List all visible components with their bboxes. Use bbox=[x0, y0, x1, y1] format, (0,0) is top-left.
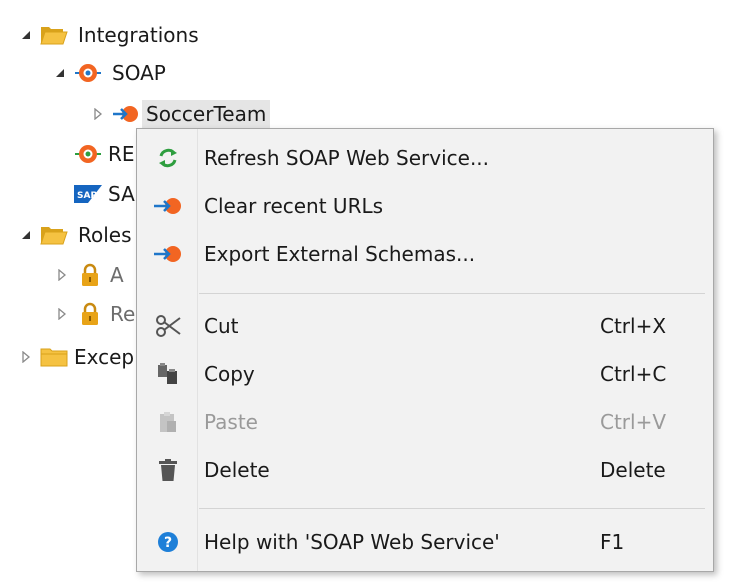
menu-item-delete[interactable]: Delete Delete bbox=[137, 448, 713, 492]
trash-icon bbox=[151, 453, 185, 487]
menu-item-copy[interactable]: Copy Ctrl+C bbox=[137, 352, 713, 396]
menu-item-label: Cut bbox=[204, 314, 239, 338]
expanded-arrow-icon[interactable] bbox=[18, 27, 34, 43]
menu-item-shortcut: Delete bbox=[600, 458, 666, 482]
collapsed-arrow-icon[interactable] bbox=[18, 349, 34, 365]
menu-item-paste: Paste Ctrl+V bbox=[137, 400, 713, 444]
tree-item-label: Roles bbox=[78, 223, 132, 247]
menu-item-clear-recent-urls[interactable]: Clear recent URLs bbox=[137, 184, 713, 228]
soap-import-icon bbox=[151, 189, 185, 223]
tree-item-exceptions[interactable]: Excep bbox=[18, 340, 138, 374]
menu-separator bbox=[199, 508, 705, 509]
svg-text:?: ? bbox=[164, 535, 172, 551]
menu-item-cut[interactable]: Cut Ctrl+X bbox=[137, 304, 713, 348]
tree-item-label: SoccerTeam bbox=[142, 100, 271, 128]
tree-item-soccer-team[interactable]: SoccerTeam bbox=[90, 97, 271, 131]
tree-item-sap[interactable]: SAP SA bbox=[74, 177, 139, 211]
tree-item-label: RE bbox=[108, 142, 135, 166]
menu-item-export-external-schemas[interactable]: Export External Schemas... bbox=[137, 232, 713, 276]
folder-open-icon bbox=[40, 223, 68, 247]
menu-item-refresh-soap-web-service[interactable]: Refresh SOAP Web Service... bbox=[137, 136, 713, 180]
soap-import-icon bbox=[112, 102, 140, 126]
menu-item-label: Copy bbox=[204, 362, 255, 386]
tree-item-soap[interactable]: SOAP bbox=[52, 56, 170, 90]
refresh-icon bbox=[151, 141, 185, 175]
paste-icon bbox=[151, 405, 185, 439]
sap-icon: SAP bbox=[74, 182, 102, 206]
menu-item-shortcut: Ctrl+X bbox=[600, 314, 667, 338]
menu-item-label: Refresh SOAP Web Service... bbox=[204, 146, 490, 170]
collapsed-arrow-icon[interactable] bbox=[54, 306, 70, 322]
svg-text:SAP: SAP bbox=[77, 191, 97, 201]
scissors-icon bbox=[151, 309, 185, 343]
tree-item-integrations[interactable]: Integrations bbox=[18, 18, 203, 52]
tree-item-role-a[interactable]: A bbox=[54, 258, 128, 292]
menu-item-help-soap-web-service[interactable]: ? Help with 'SOAP Web Service' F1 bbox=[137, 520, 713, 564]
expanded-arrow-icon[interactable] bbox=[52, 65, 68, 81]
rest-service-icon bbox=[74, 142, 102, 166]
tree-item-label: SA bbox=[108, 182, 135, 206]
collapsed-arrow-icon[interactable] bbox=[54, 267, 70, 283]
menu-item-shortcut: F1 bbox=[600, 530, 625, 554]
context-menu: Refresh SOAP Web Service... Clear recent… bbox=[136, 128, 714, 572]
tree-item-label: Re bbox=[110, 302, 136, 326]
tree-item-label: SOAP bbox=[112, 61, 166, 85]
lock-icon bbox=[76, 302, 104, 326]
tree-item-rest[interactable]: RE bbox=[74, 137, 139, 171]
folder-icon bbox=[40, 345, 68, 369]
folder-open-icon bbox=[40, 23, 68, 47]
menu-item-label: Help with 'SOAP Web Service' bbox=[204, 530, 500, 554]
menu-item-label: Delete bbox=[204, 458, 270, 482]
tree-item-label: A bbox=[110, 263, 124, 287]
menu-item-label: Paste bbox=[204, 410, 258, 434]
menu-item-shortcut: Ctrl+V bbox=[600, 410, 667, 434]
tree-item-role-r[interactable]: Re bbox=[54, 297, 139, 331]
tree-item-roles[interactable]: Roles bbox=[18, 218, 136, 252]
tree-item-label: Excep bbox=[74, 345, 135, 369]
expanded-arrow-icon[interactable] bbox=[18, 227, 34, 243]
menu-item-label: Export External Schemas... bbox=[204, 242, 476, 266]
collapsed-arrow-icon[interactable] bbox=[90, 106, 106, 122]
menu-item-shortcut: Ctrl+C bbox=[600, 362, 667, 386]
menu-item-label: Clear recent URLs bbox=[204, 194, 384, 218]
tree-item-label: Integrations bbox=[78, 23, 199, 47]
help-icon: ? bbox=[151, 525, 185, 559]
menu-separator bbox=[199, 293, 705, 294]
soap-export-icon bbox=[151, 237, 185, 271]
lock-icon bbox=[76, 263, 104, 287]
soap-service-icon bbox=[74, 61, 102, 85]
copy-icon bbox=[151, 357, 185, 391]
